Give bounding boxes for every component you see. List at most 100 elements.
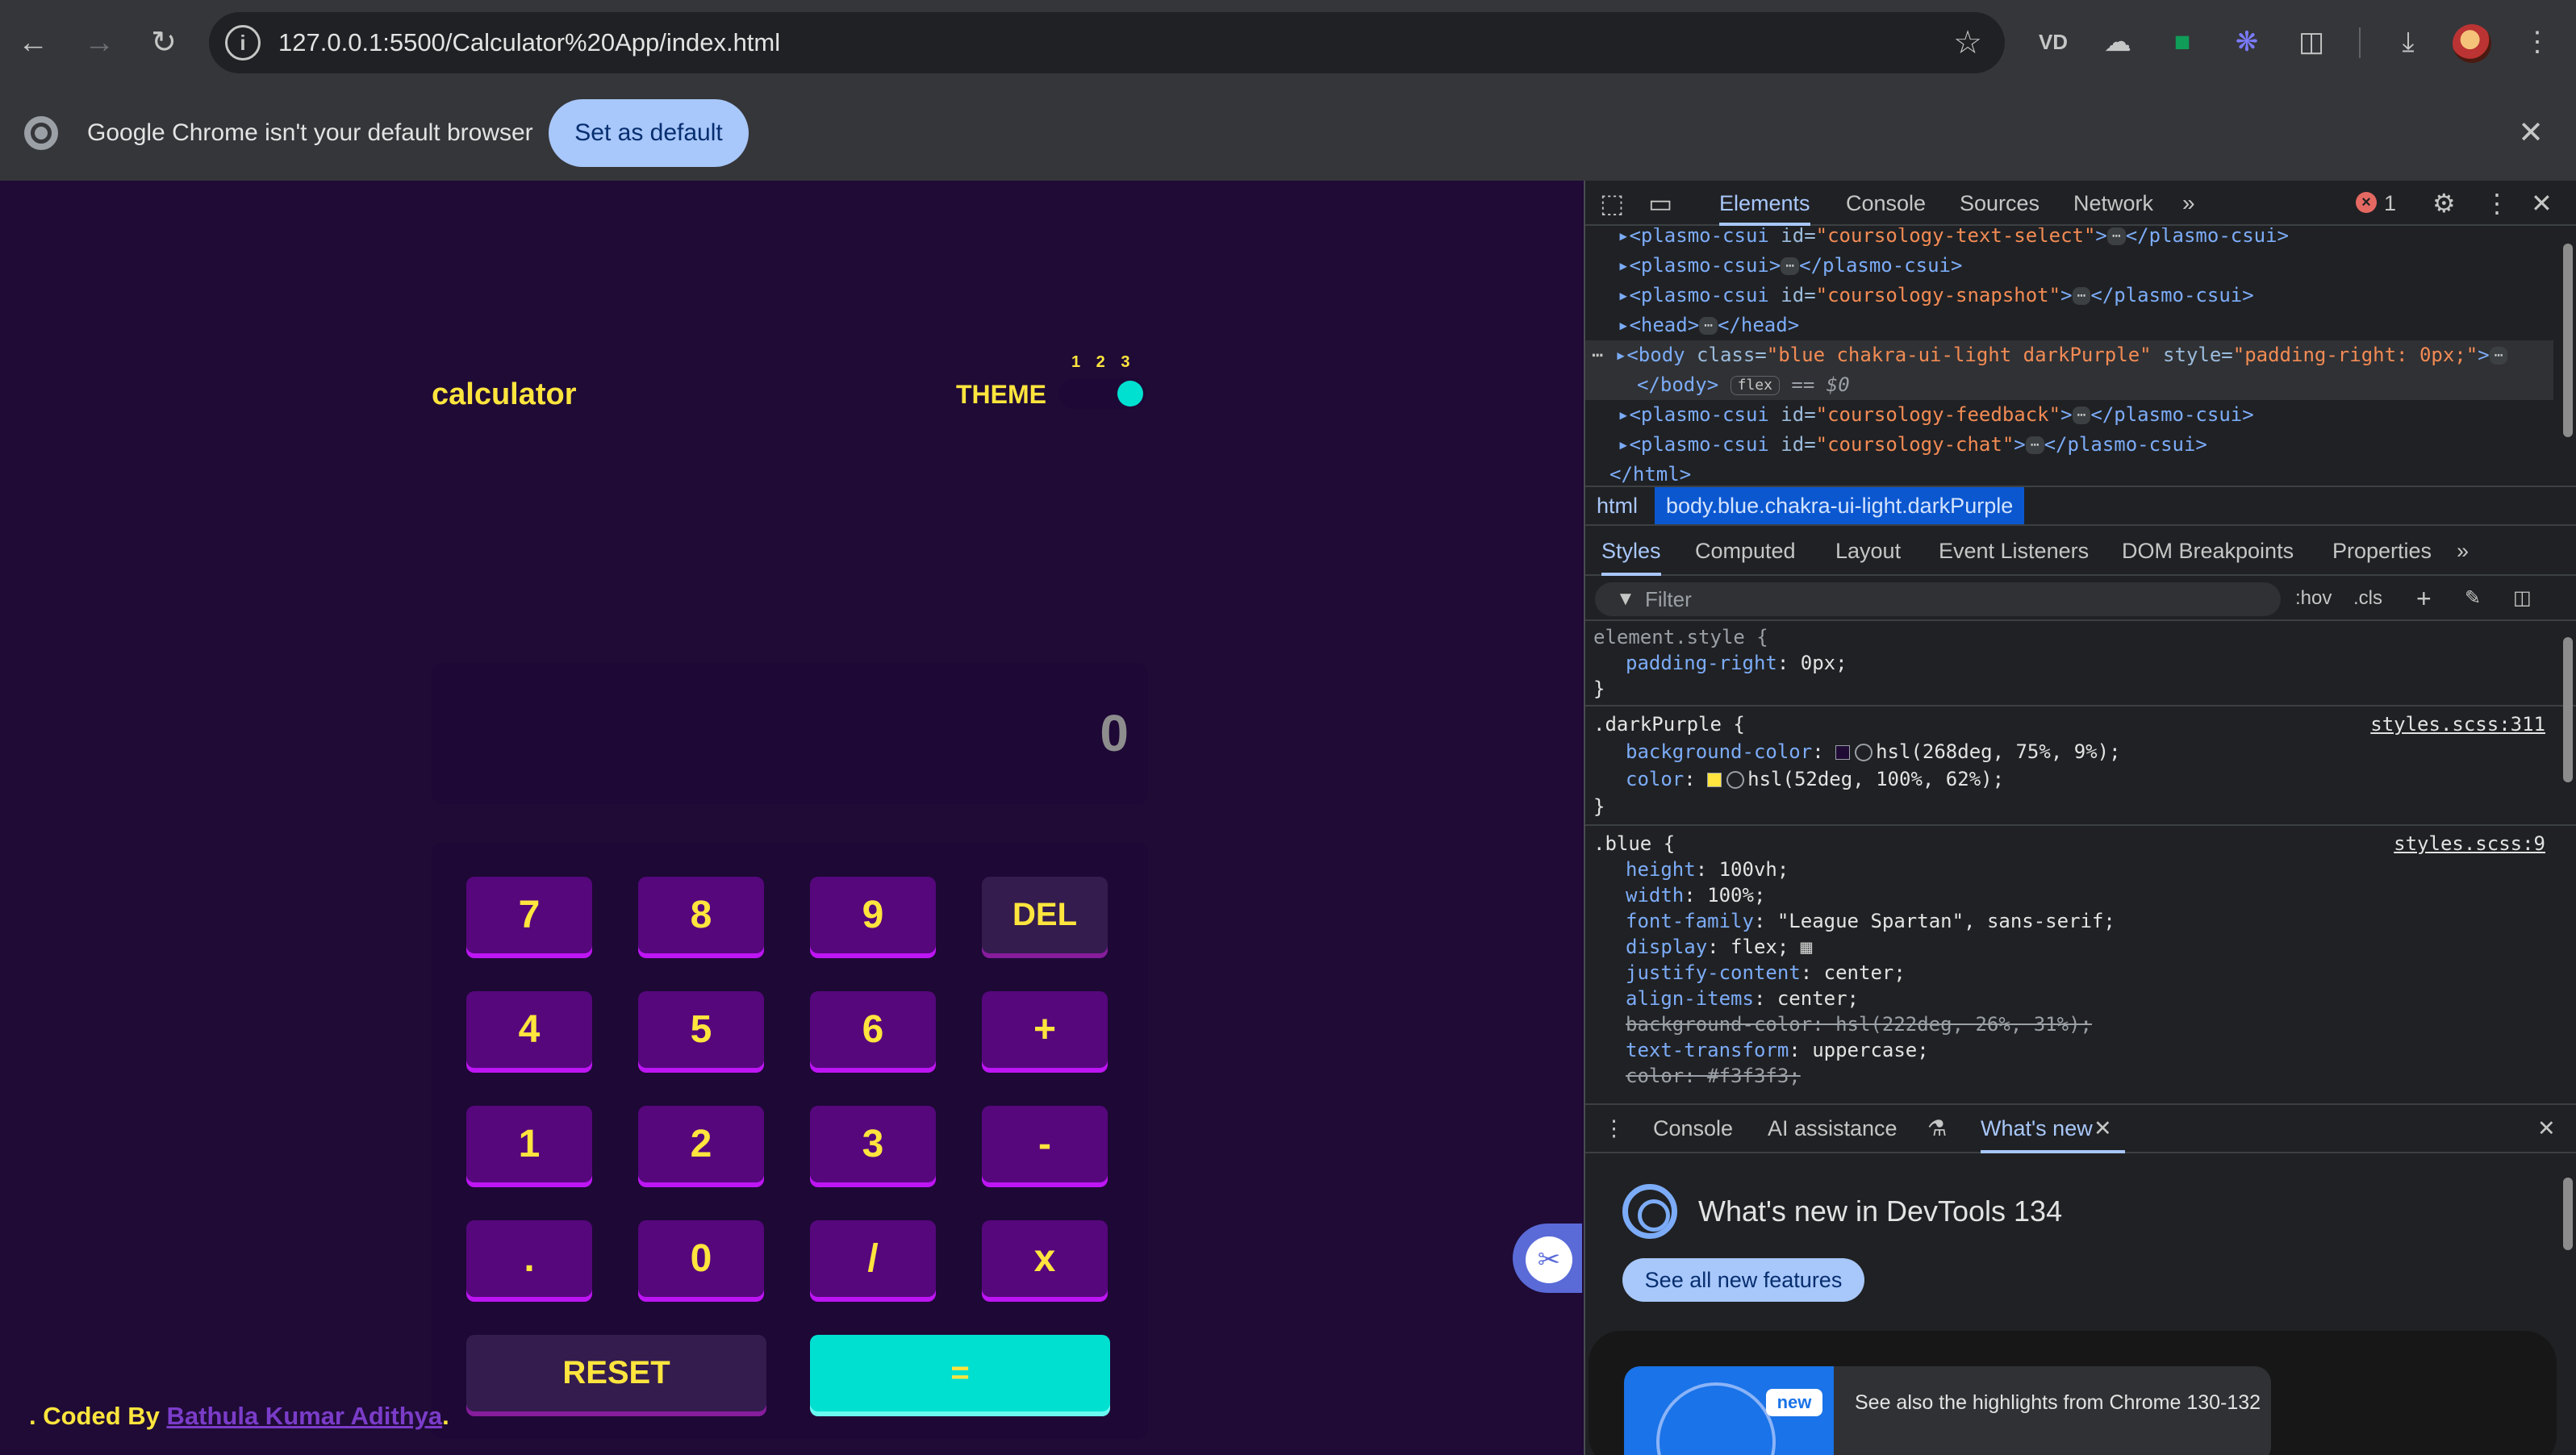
- address-bar[interactable]: i 127.0.0.1:5500/Calculator%20App/index.…: [209, 12, 2005, 73]
- device-toolbar-icon[interactable]: ▭: [1648, 181, 1672, 226]
- drawer-tab-ai-assistance[interactable]: AI assistance: [1768, 1105, 1898, 1152]
- breadcrumb-body[interactable]: body.blue.chakra-ui-light.darkPurple: [1655, 487, 2025, 524]
- dom-node-body-selected[interactable]: ⋯ ▸<body class="blue chakra-ui-light dar…: [1585, 340, 2553, 370]
- key-7[interactable]: 7: [466, 877, 592, 953]
- tab-dom-breakpoints[interactable]: DOM Breakpoints: [2122, 526, 2294, 576]
- key-2[interactable]: 2: [638, 1106, 764, 1182]
- scissors-icon[interactable]: ✂: [1526, 1236, 1572, 1283]
- rule-property[interactable]: width: 100%;: [1626, 882, 1765, 908]
- devtools-menu-icon[interactable]: ⋮: [2484, 181, 2510, 226]
- rule-source-link[interactable]: styles.scss:9: [2394, 831, 2545, 857]
- more-subtabs-icon[interactable]: »: [2457, 526, 2469, 576]
- key-0[interactable]: 0: [638, 1220, 764, 1297]
- rule-property[interactable]: align-items: center;: [1626, 986, 1859, 1011]
- download-icon[interactable]: ⤓: [2388, 19, 2428, 65]
- paint-brush-icon[interactable]: ✎: [2465, 576, 2481, 621]
- error-icon[interactable]: ×: [2356, 192, 2377, 213]
- menu-kebab-icon[interactable]: ⋮: [2517, 19, 2557, 65]
- dom-node[interactable]: ▸<head> ⋯ </head>: [1618, 311, 1799, 340]
- key-del[interactable]: DEL: [982, 877, 1108, 953]
- dom-node-body-close[interactable]: </body> flex == $0: [1585, 370, 2553, 400]
- settings-gear-icon[interactable]: ⚙: [2432, 181, 2456, 226]
- rule-property[interactable]: font-family: "League Spartan", sans-seri…: [1626, 908, 2115, 934]
- key-multiply[interactable]: x: [982, 1220, 1108, 1297]
- vd-extension-icon[interactable]: VD: [2033, 19, 2073, 65]
- extensions-puzzle-icon[interactable]: ◫: [2291, 19, 2332, 65]
- green-extension-icon[interactable]: ■: [2162, 19, 2202, 65]
- color-swatch[interactable]: [1707, 773, 1722, 787]
- reload-icon[interactable]: ↻: [142, 21, 186, 65]
- breadcrumb-html[interactable]: html: [1585, 487, 1649, 524]
- tab-styles[interactable]: Styles: [1601, 526, 1661, 576]
- key-decimal[interactable]: .: [466, 1220, 592, 1297]
- rule-property[interactable]: display: flex; ▦: [1626, 934, 1812, 960]
- rule-property[interactable]: height: 100vh;: [1626, 857, 1789, 882]
- tab-network[interactable]: Network: [2073, 181, 2153, 226]
- rule-property-overridden[interactable]: background-color: hsl(222deg, 26%, 31%);: [1626, 1011, 2092, 1037]
- whats-new-scrollbar[interactable]: [2563, 1178, 2573, 1250]
- tab-event-listeners[interactable]: Event Listeners: [1939, 526, 2089, 576]
- flex-editor-icon[interactable]: ▦: [1801, 936, 1812, 958]
- inspect-element-icon[interactable]: ⬚: [1600, 181, 1624, 226]
- key-5[interactable]: 5: [638, 991, 764, 1068]
- rule-property[interactable]: color: hsl(52deg, 100%, 62%);: [1626, 766, 2004, 792]
- dom-node[interactable]: ▸<plasmo-csui id="coursology-snapshot"> ⋯…: [1618, 281, 2254, 311]
- color-picker-icon[interactable]: [1726, 771, 1745, 789]
- rule-property[interactable]: justify-content: center;: [1626, 960, 1906, 986]
- key-6[interactable]: 6: [810, 991, 936, 1068]
- rule-selector[interactable]: element.style {: [1593, 624, 1768, 650]
- key-minus[interactable]: -: [982, 1106, 1108, 1182]
- rule-property-overridden[interactable]: color: #f3f3f3;: [1626, 1063, 1801, 1089]
- equals-button[interactable]: =: [810, 1335, 1110, 1411]
- tab-sources[interactable]: Sources: [1960, 181, 2040, 226]
- more-tabs-icon[interactable]: »: [2182, 181, 2195, 226]
- cloud-extension-icon[interactable]: ☁: [2098, 19, 2138, 65]
- highlights-text[interactable]: See also the highlights from Chrome 130-…: [1855, 1366, 2261, 1439]
- new-rule-plus-icon[interactable]: +: [2416, 576, 2432, 621]
- infobar-close-icon[interactable]: ✕: [2518, 85, 2544, 181]
- bookmark-star-icon[interactable]: ☆: [1953, 12, 1982, 73]
- dom-scrollbar[interactable]: [2563, 244, 2573, 437]
- styles-scrollbar[interactable]: [2563, 637, 2573, 782]
- reset-button[interactable]: RESET: [466, 1335, 766, 1411]
- tab-properties[interactable]: Properties: [2332, 526, 2432, 576]
- flex-badge[interactable]: flex: [1730, 376, 1780, 395]
- back-icon[interactable]: ←: [11, 21, 55, 65]
- dom-node[interactable]: ▸<plasmo-csui id="coursology-chat"> ⋯ </pl…: [1618, 430, 2207, 460]
- tab-computed[interactable]: Computed: [1695, 526, 1796, 576]
- dom-node[interactable]: ▸<plasmo-csui> ⋯ </plasmo-csui>: [1618, 251, 1962, 281]
- tab-layout[interactable]: Layout: [1835, 526, 1901, 576]
- floating-extension-button[interactable]: ✂: [1513, 1224, 1582, 1293]
- tab-console[interactable]: Console: [1846, 181, 1926, 226]
- author-link[interactable]: Bathula Kumar Adithya: [167, 1402, 443, 1430]
- forward-icon[interactable]: →: [77, 21, 121, 65]
- rule-property[interactable]: text-transform: uppercase;: [1626, 1037, 1929, 1063]
- profile-avatar[interactable]: [2453, 24, 2491, 63]
- key-4[interactable]: 4: [466, 991, 592, 1068]
- tab-elements[interactable]: Elements: [1719, 181, 1810, 226]
- drawer-menu-icon[interactable]: ⋮: [1603, 1105, 1625, 1152]
- highlights-link[interactable]: new See also the highlights from Chrome …: [1624, 1366, 2271, 1455]
- gear-extension-icon[interactable]: ❋: [2227, 19, 2267, 65]
- devtools-close-icon[interactable]: ✕: [2531, 181, 2553, 226]
- tab-close-icon[interactable]: ✕: [2094, 1105, 2112, 1152]
- dom-node[interactable]: </html>: [1609, 460, 1691, 486]
- hov-toggle[interactable]: :hov: [2295, 576, 2332, 621]
- theme-toggle-knob[interactable]: [1117, 381, 1143, 406]
- url-text[interactable]: 127.0.0.1:5500/Calculator%20App/index.ht…: [278, 12, 780, 73]
- drawer-tab-console[interactable]: Console: [1653, 1105, 1733, 1152]
- rule-property[interactable]: background-color: hsl(268deg, 75%, 9%);: [1626, 739, 2121, 765]
- rule-property[interactable]: padding-right: 0px;: [1626, 650, 1847, 676]
- key-9[interactable]: 9: [810, 877, 936, 953]
- key-1[interactable]: 1: [466, 1106, 592, 1182]
- key-plus[interactable]: +: [982, 991, 1108, 1068]
- cls-toggle[interactable]: .cls: [2353, 576, 2382, 621]
- see-all-features-button[interactable]: See all new features: [1622, 1258, 1864, 1302]
- rule-selector[interactable]: .darkPurple {: [1593, 711, 1745, 737]
- theme-toggle[interactable]: [1059, 378, 1146, 409]
- styles-filter-input[interactable]: Filter: [1595, 582, 2281, 616]
- key-8[interactable]: 8: [638, 877, 764, 953]
- dom-node[interactable]: ▸<plasmo-csui id="coursology-feedback"> ⋯…: [1618, 400, 2254, 430]
- color-picker-icon[interactable]: [1855, 744, 1873, 761]
- site-info-icon[interactable]: i: [225, 25, 261, 60]
